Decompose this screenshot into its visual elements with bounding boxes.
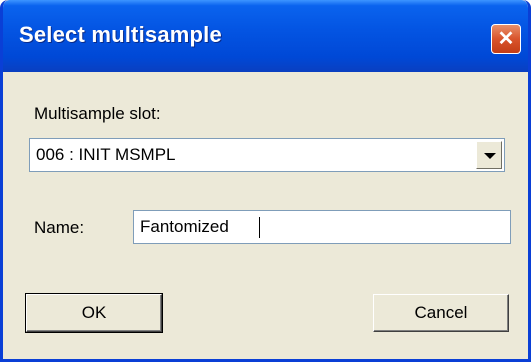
name-label: Name: [34,218,85,237]
dropdown-button[interactable] [476,141,502,169]
multisample-slot-value: 006 : INIT MSMPL [36,145,176,164]
select-multisample-dialog: Select multisample ✕ Multisample slot: 0… [0,0,531,362]
chevron-down-icon [484,153,496,159]
close-button[interactable]: ✕ [491,24,521,54]
title-bar[interactable]: Select multisample ✕ [3,0,528,72]
dialog-title: Select multisample [19,22,222,47]
name-field[interactable] [133,210,511,244]
multisample-slot-dropdown[interactable]: 006 : INIT MSMPL [29,138,505,172]
close-icon: ✕ [497,28,515,50]
name-input[interactable] [134,211,510,243]
text-caret [259,217,260,238]
ok-button[interactable]: OK [25,293,163,333]
cancel-button[interactable]: Cancel [373,294,509,332]
multisample-slot-label: Multisample slot: [34,104,161,123]
